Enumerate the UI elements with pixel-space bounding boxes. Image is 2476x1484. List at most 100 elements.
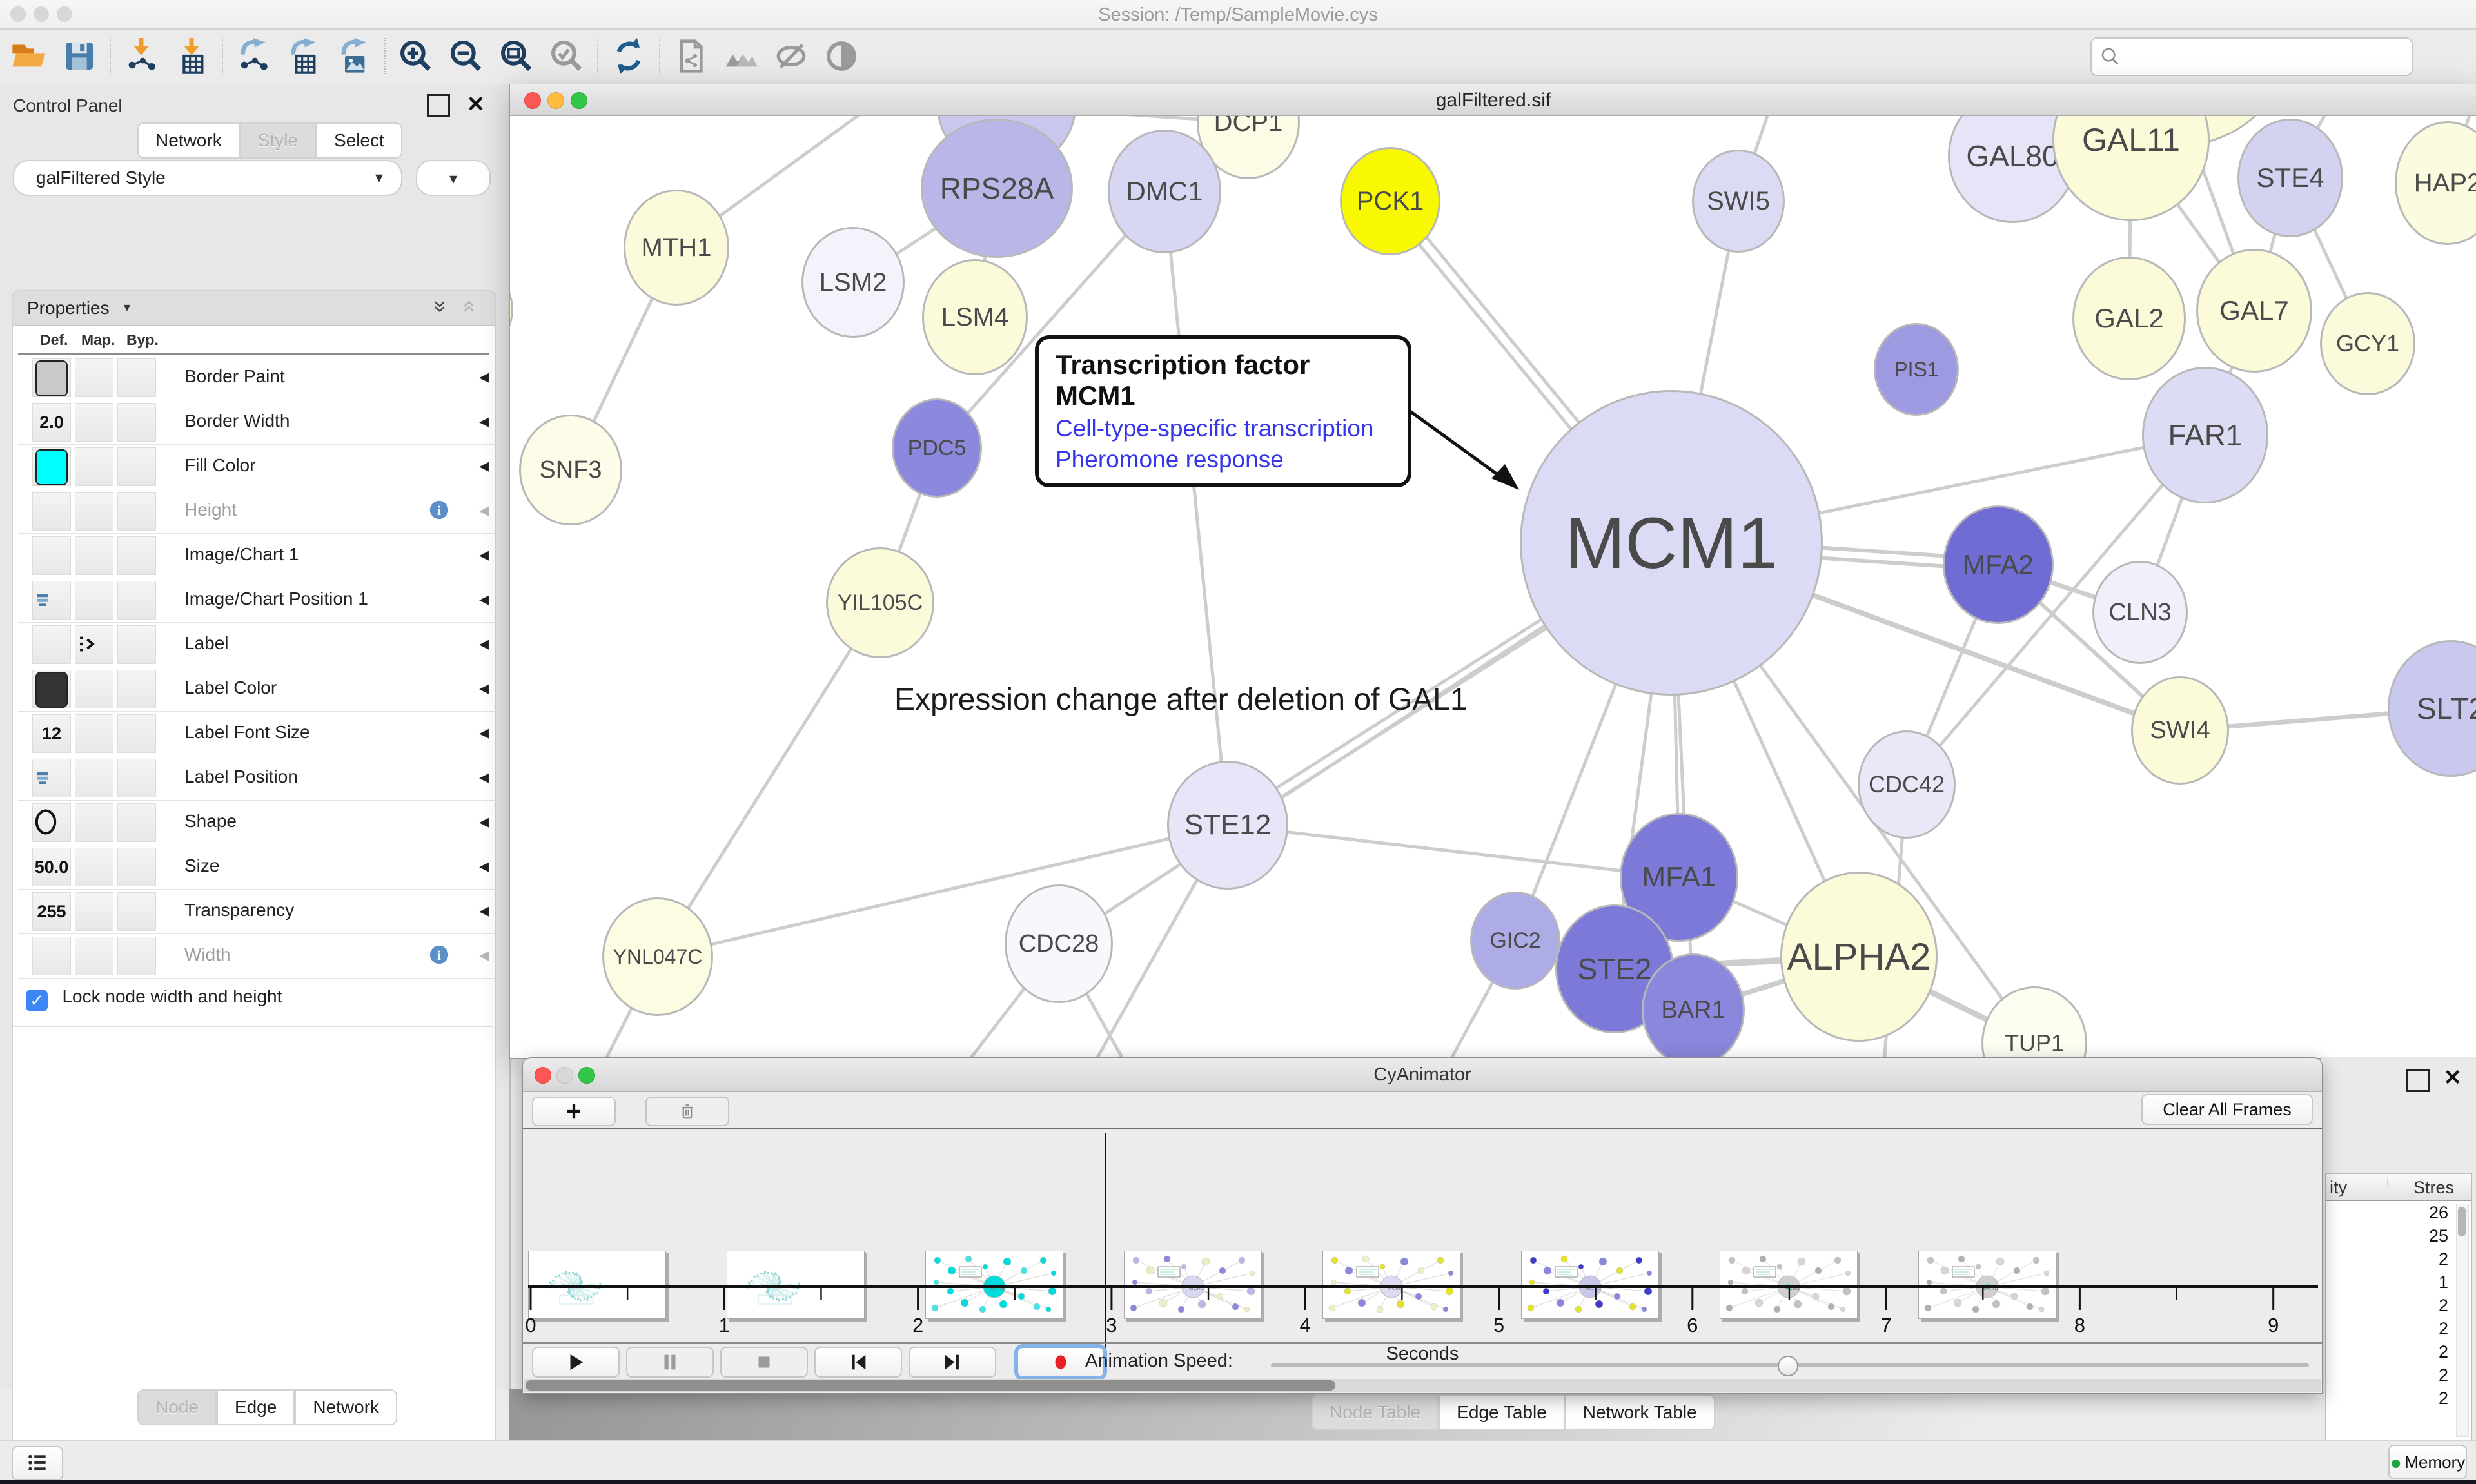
default-value-text[interactable]: 255 — [33, 893, 70, 930]
info-icon[interactable]: i — [428, 499, 450, 521]
current-style-dropdown[interactable]: galFiltered Style ▾ — [13, 160, 402, 196]
show-graphics-details-icon[interactable] — [823, 38, 860, 74]
zoom-selected-icon[interactable] — [549, 38, 585, 74]
network-node-cdc28[interactable]: CDC28 — [1005, 884, 1113, 1003]
bypass-cell[interactable] — [117, 714, 156, 753]
network-node-cln3[interactable]: CLN3 — [2092, 561, 2188, 664]
default-cell[interactable] — [32, 625, 71, 664]
network-snapshot-icon[interactable] — [673, 38, 709, 74]
expand-row-icon[interactable]: ◂ — [479, 766, 489, 788]
lock-size-checkbox[interactable]: ✓ — [26, 990, 48, 1011]
expand-row-icon[interactable]: ◂ — [479, 944, 489, 966]
mcm1-annotation-box[interactable]: Transcription factor MCM1 Cell-type-spec… — [1035, 335, 1411, 487]
expand-row-icon[interactable]: ◂ — [479, 588, 489, 610]
bypass-cell[interactable] — [117, 892, 156, 931]
timeline-area[interactable]: MCM1MCM1MCM1MCM1MCM1MCM1 0123456789 Seco… — [523, 1129, 2322, 1342]
tab-select[interactable]: Select — [316, 122, 402, 159]
default-cell[interactable]: 2.0 — [32, 403, 71, 442]
cyanimator-titlebar[interactable]: CyAnimator — [523, 1058, 2322, 1092]
table-cell-value[interactable]: 1 — [2326, 1271, 2448, 1294]
expand-row-icon[interactable]: ◂ — [479, 543, 489, 566]
default-value-swatch[interactable] — [35, 449, 68, 485]
default-value-swatch[interactable] — [35, 672, 68, 708]
default-cell[interactable] — [32, 581, 71, 620]
expand-row-icon[interactable]: ◂ — [479, 366, 489, 388]
export-image-icon[interactable] — [336, 38, 372, 74]
mapping-cell[interactable] — [75, 358, 113, 397]
network-canvas[interactable]: RPS28BDCP1RPS28ADMC1PCK1SWI5GAL80GAL11ST… — [510, 116, 2476, 1058]
property-row-border-paint[interactable]: Border Paint◂ — [18, 355, 498, 400]
bypass-cell[interactable] — [117, 625, 156, 664]
network-node-gic2[interactable]: GIC2 — [1470, 892, 1560, 990]
import-network-icon[interactable] — [123, 38, 159, 74]
tab-network[interactable]: Network — [295, 1389, 397, 1425]
network-node-cdc42[interactable]: CDC42 — [1858, 730, 1956, 839]
network-node-pdc5[interactable]: PDC5 — [892, 398, 982, 498]
default-cell[interactable] — [32, 937, 71, 975]
property-row-label-position[interactable]: Label Position◂ — [18, 756, 498, 801]
bypass-cell[interactable] — [117, 403, 156, 442]
default-cell[interactable]: 50.0 — [32, 848, 71, 886]
memory-button[interactable]: ● Memory — [2388, 1445, 2467, 1479]
zoom-fit-icon[interactable] — [498, 38, 535, 74]
expand-row-icon[interactable]: ◂ — [479, 632, 489, 655]
style-options-dropdown[interactable]: ▾ — [416, 160, 491, 196]
skip-end-button[interactable] — [909, 1347, 996, 1378]
network-node-mfa2[interactable]: MFA2 — [1943, 505, 2054, 624]
property-row-image-chart-1[interactable]: Image/Chart 1◂ — [18, 533, 498, 578]
info-icon[interactable]: i — [428, 944, 450, 966]
network-node-gal2[interactable]: GAL2 — [2072, 257, 2186, 380]
network-node-yil105c[interactable]: YIL105C — [826, 547, 934, 658]
default-cell[interactable] — [32, 492, 71, 531]
table-cell-value[interactable]: 2 — [2326, 1294, 2448, 1317]
network-node-dmc1[interactable]: DMC1 — [1108, 130, 1221, 253]
add-frame-button[interactable] — [532, 1097, 616, 1126]
mapping-cell[interactable] — [75, 492, 113, 531]
float-table-panel-icon[interactable] — [2406, 1069, 2430, 1095]
bypass-cell[interactable] — [117, 492, 156, 531]
properties-header[interactable]: Properties — [27, 298, 110, 318]
network-node-ynl047c[interactable]: YNL047C — [602, 897, 713, 1016]
tab-node-table[interactable]: Node Table — [1312, 1394, 1439, 1430]
default-cell[interactable] — [32, 447, 71, 486]
annotation-link-1[interactable]: Cell-type-specific transcription — [1056, 415, 1391, 442]
animation-speed-slider[interactable] — [1271, 1363, 2309, 1367]
close-table-panel-icon[interactable]: ✕ — [2444, 1065, 2462, 1091]
hscrollbar-thumb[interactable] — [526, 1380, 1335, 1391]
expand-row-icon[interactable]: ◂ — [479, 721, 489, 744]
property-row-label-color[interactable]: Label Color◂ — [18, 667, 498, 712]
default-cell[interactable] — [32, 803, 71, 842]
mapping-cell[interactable] — [75, 403, 113, 442]
property-row-transparency[interactable]: 255Transparency◂ — [18, 889, 498, 934]
default-cell[interactable]: 255 — [32, 892, 71, 931]
network-node-lsm4[interactable]: LSM4 — [922, 259, 1028, 375]
tab-network[interactable]: Network — [137, 122, 240, 159]
task-history-button[interactable] — [12, 1446, 63, 1481]
float-panel-icon[interactable] — [427, 94, 450, 121]
mapping-cell[interactable] — [75, 447, 113, 486]
network-node-alpha2[interactable]: ALPHA2 — [1780, 872, 1938, 1042]
network-node-snf3[interactable]: SNF3 — [519, 415, 622, 525]
tab-network-table[interactable]: Network Table — [1565, 1394, 1715, 1430]
table-column-centrality[interactable]: ity — [2330, 1178, 2347, 1198]
default-cell[interactable] — [32, 536, 71, 575]
table-cell-value[interactable]: 2 — [2326, 1247, 2448, 1271]
expand-row-icon[interactable]: ◂ — [479, 499, 489, 522]
property-row-shape[interactable]: Shape◂ — [18, 800, 498, 845]
birds-eye-view-icon[interactable] — [723, 38, 759, 74]
collapse-all-icon[interactable]: « — [457, 300, 482, 313]
network-node-far1[interactable]: FAR1 — [2142, 367, 2268, 503]
position-icon[interactable] — [33, 581, 70, 609]
bypass-cell[interactable] — [117, 759, 156, 797]
expand-row-icon[interactable]: ◂ — [479, 410, 489, 433]
network-node-pis1[interactable]: PIS1 — [1874, 323, 1959, 416]
close-panel-icon[interactable]: ✕ — [467, 92, 486, 117]
import-table-icon[interactable] — [173, 38, 210, 74]
export-table-icon[interactable] — [286, 38, 322, 74]
mapping-cell[interactable] — [75, 937, 113, 975]
network-node-rps28a[interactable]: RPS28A — [921, 119, 1073, 258]
default-value-text[interactable]: 50.0 — [33, 848, 70, 886]
mapping-cell[interactable] — [75, 803, 113, 842]
table-cell-value[interactable]: 26 — [2326, 1201, 2448, 1224]
speed-slider-thumb[interactable] — [1778, 1356, 1798, 1376]
